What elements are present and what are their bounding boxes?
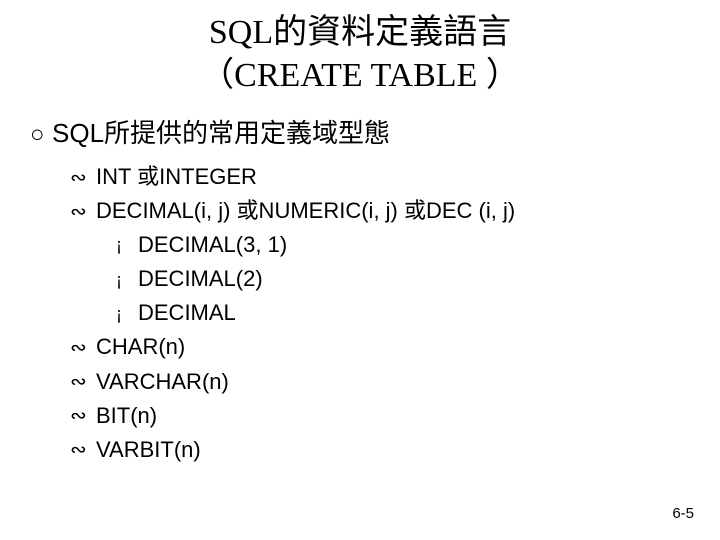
list-item: ∾VARCHAR(n)	[70, 365, 696, 399]
list-item: ¡DECIMAL(3, 1)	[116, 228, 696, 262]
item-text: DECIMAL(2)	[138, 266, 263, 291]
item-text: VARBIT(n)	[96, 437, 201, 462]
tilde-bullet-icon: ∾	[70, 401, 96, 432]
item-text: DECIMAL(i, j) 或NUMERIC(i, j) 或DEC (i, j)	[96, 198, 515, 223]
sub-bullet-icon: ¡	[116, 301, 138, 329]
tilde-bullet-icon: ∾	[70, 163, 96, 194]
tilde-bullet-icon: ∾	[70, 333, 96, 364]
heading-text: SQL所提供的常用定義域型態	[52, 118, 390, 148]
tilde-bullet-icon: ∾	[70, 367, 96, 398]
list-item: ∾INT 或INTEGER	[70, 160, 696, 194]
list-item: ∾VARBIT(n)	[70, 433, 696, 467]
sub-bullet-icon: ¡	[116, 267, 138, 295]
item-text: DECIMAL	[138, 300, 236, 325]
circle-bullet-icon: ○	[30, 121, 52, 149]
list-item: ¡DECIMAL(2)	[116, 262, 696, 296]
heading-row: ○SQL所提供的常用定義域型態	[30, 113, 696, 150]
title-line-1: SQL的資料定義語言	[209, 14, 511, 51]
title-line-2: （CREATE TABLE ）	[200, 57, 520, 94]
list-item: ¡DECIMAL	[116, 296, 696, 330]
sub-bullet-icon: ¡	[116, 232, 138, 260]
list-item: ∾CHAR(n)	[70, 330, 696, 364]
slide-title: SQL的資料定義語言 （CREATE TABLE ）	[24, 12, 696, 97]
list-item: ∾DECIMAL(i, j) 或NUMERIC(i, j) 或DEC (i, j…	[70, 194, 696, 228]
tilde-bullet-icon: ∾	[70, 197, 96, 228]
item-text: VARCHAR(n)	[96, 369, 229, 394]
item-text: DECIMAL(3, 1)	[138, 232, 287, 257]
list-item: ∾BIT(n)	[70, 399, 696, 433]
item-text: CHAR(n)	[96, 334, 185, 359]
tilde-bullet-icon: ∾	[70, 435, 96, 466]
item-text: BIT(n)	[96, 403, 157, 428]
page-number: 6-5	[672, 505, 694, 522]
item-text: INT 或INTEGER	[96, 164, 257, 189]
slide-container: SQL的資料定義語言 （CREATE TABLE ） ○SQL所提供的常用定義域…	[0, 0, 720, 540]
